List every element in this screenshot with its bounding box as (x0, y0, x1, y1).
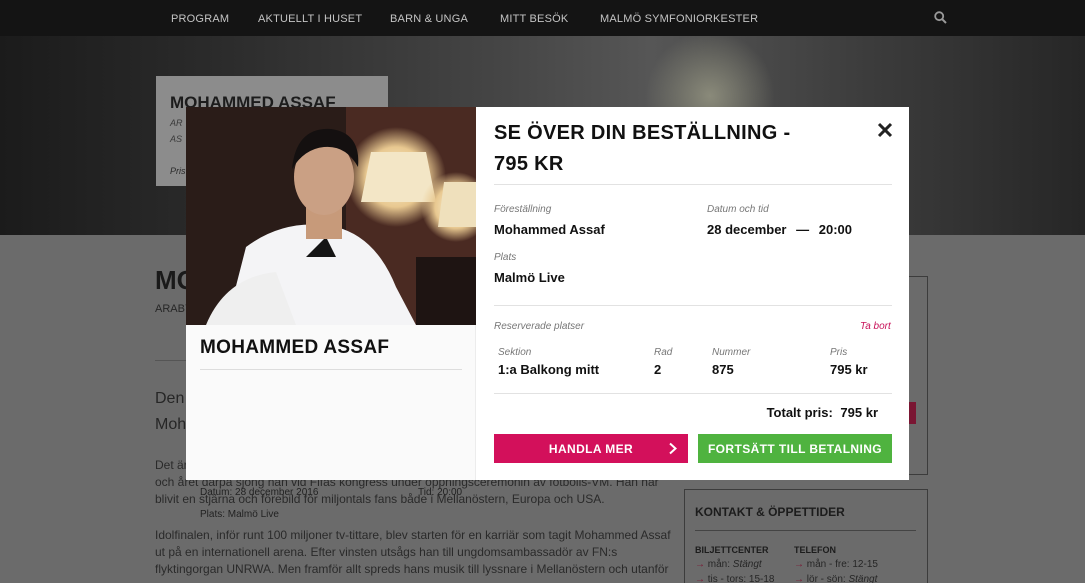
section-value: 1:a Balkong mitt (498, 362, 600, 377)
show-label: Föreställning (494, 204, 552, 215)
section-label: Sektion (498, 347, 532, 358)
opening-hours-row: → tis - tors: 15-18 (695, 574, 775, 583)
event-time: Tid: 20:00 (418, 487, 463, 498)
remove-seats-link[interactable]: Ta bort (860, 321, 891, 332)
venue-value: Malmö Live (494, 270, 565, 285)
artist-name: MOHAMMED ASSAF (200, 337, 390, 358)
venue-label: Plats (494, 252, 517, 263)
details-divider (494, 305, 892, 306)
lead-text-line-2: Moh (155, 416, 187, 433)
reserved-seats-label: Reserverade platser (494, 321, 585, 332)
modal-title: SE ÖVER DIN BESTÄLLNING - 795 KR (494, 122, 791, 175)
arrow-right-icon: → (794, 574, 804, 583)
artist-divider (200, 369, 462, 370)
paragraph-line: ut på en internationell arena. Efter vin… (155, 545, 618, 559)
row-label: Rad (654, 347, 673, 358)
datetime-separator: — (796, 222, 810, 237)
contact-title: KONTAKT & ÖPPETTIDER (695, 505, 845, 519)
time-value: 20:00 (818, 222, 852, 237)
seat-price-label: Pris (830, 347, 848, 358)
hero-price-label: Pris (170, 166, 186, 176)
nav-item-symfoniorkester[interactable]: MALMÖ SYMFONIORKESTER (600, 13, 758, 25)
seats-divider (494, 393, 892, 394)
chevron-right-icon (669, 442, 677, 455)
search-icon[interactable] (934, 11, 947, 24)
row-value: 2 (654, 362, 662, 377)
show-value: Mohammed Assaf (494, 222, 605, 237)
continue-to-payment-button[interactable]: FORTSÄTT TILL BETALNING (698, 434, 892, 463)
hero-subtitle-1: AR (170, 118, 183, 128)
total-label: Totalt pris: (766, 405, 833, 420)
shop-more-button[interactable]: HANDLA MER (494, 434, 688, 463)
continue-to-payment-label: FORTSÄTT TILL BETALNING (707, 441, 883, 456)
order-review-modal: MOHAMMED ASSAF Datum: 28 december 2016 T… (186, 107, 909, 520)
hero-subtitle-2: AS (170, 134, 183, 144)
top-navigation: PROGRAM AKTUELLT I HUSET BARN & UNGA MIT… (0, 0, 1085, 36)
seat-number-label: Nummer (712, 347, 751, 358)
artist-photo-illustration (186, 107, 476, 325)
phone-hours-row: → mån - fre: 12-15 (794, 559, 878, 570)
nav-item-aktuellt[interactable]: AKTUELLT I HUSET (258, 13, 362, 25)
close-icon[interactable] (876, 121, 894, 139)
nav-item-program[interactable]: PROGRAM (171, 13, 229, 25)
arrow-right-icon: → (794, 559, 804, 570)
phone-heading: TELEFON (794, 545, 836, 555)
total-value: 795 kr (840, 405, 878, 420)
seat-price-value: 795 kr (830, 362, 868, 377)
artist-photo (186, 107, 476, 325)
datetime-label: Datum och tid (707, 204, 769, 215)
total-price: Totalt pris: 795 kr (494, 405, 878, 420)
event-date: Datum: 28 december 2016 (200, 487, 319, 498)
lead-text-line-1: Den (155, 390, 185, 407)
event-summary-panel: MOHAMMED ASSAF Datum: 28 december 2016 T… (186, 325, 476, 520)
arrow-right-icon: → (695, 559, 705, 570)
event-venue: Plats: Malmö Live (200, 509, 279, 520)
paragraph-line: Idolfinalen, inför runt 100 miljoner tv-… (155, 528, 671, 542)
arrow-right-icon: → (695, 574, 705, 583)
ticket-center-heading: BILJETTCENTER (695, 545, 769, 555)
nav-item-mitt-besok[interactable]: MITT BESÖK (500, 13, 568, 25)
nav-item-barn-unga[interactable]: BARN & UNGA (390, 13, 468, 25)
opening-hours-row: → mån: Stängt (695, 559, 762, 570)
contact-divider (695, 530, 916, 531)
seat-number-value: 875 (712, 362, 734, 377)
paragraph-line: flyktingorgan UNRWA. Men framför allt sp… (155, 562, 669, 576)
title-divider (494, 184, 892, 185)
shop-more-label: HANDLA MER (548, 441, 634, 456)
date-value: 28 december (707, 222, 787, 237)
datetime-value: 28 december — 20:00 (707, 222, 852, 237)
phone-hours-row: → lör - sön: Stängt (794, 574, 878, 583)
